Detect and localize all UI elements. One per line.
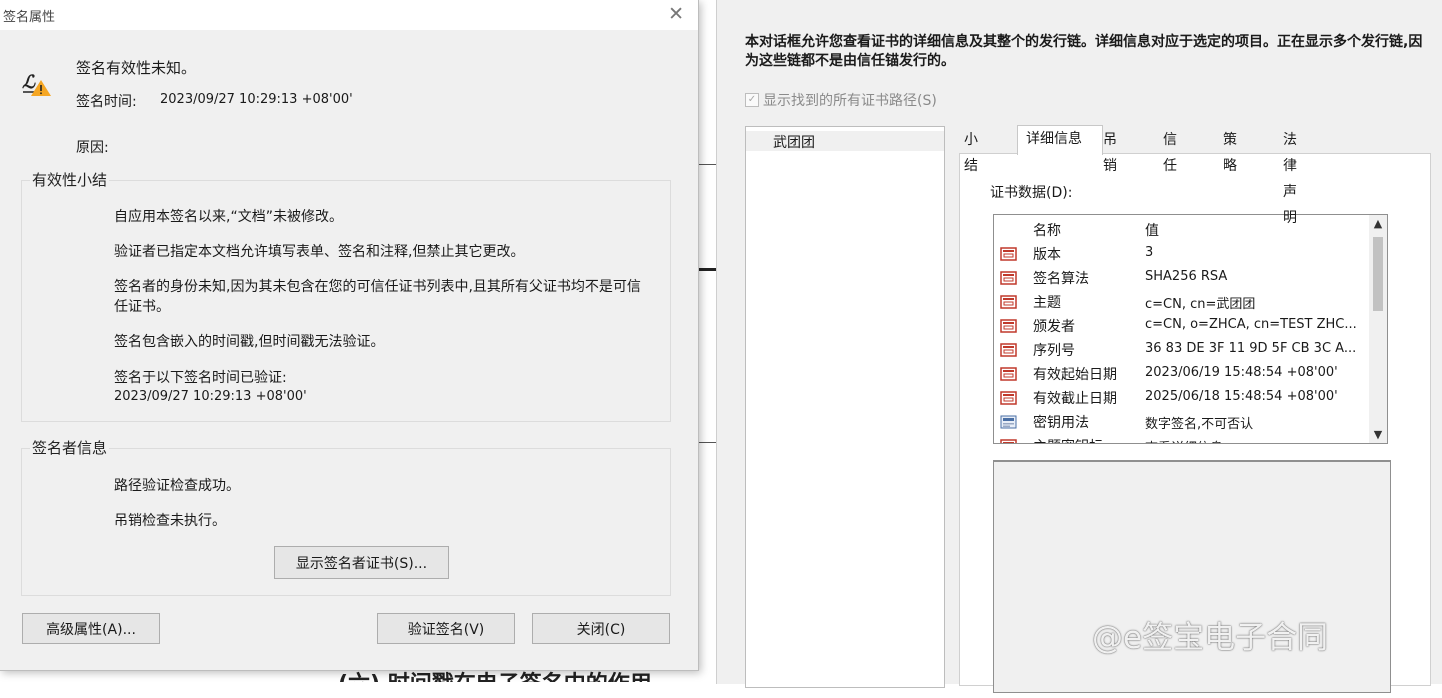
- show-signer-cert-button[interactable]: 显示签名者证书(S)...: [274, 546, 449, 579]
- cert-field-row[interactable]: 密钥用法 数字签名,不可否认: [994, 411, 1368, 435]
- column-value-header: 值: [1145, 223, 1159, 239]
- validity-summary-title: 有效性小结: [30, 169, 110, 190]
- scroll-up-icon[interactable]: ▲: [1369, 217, 1387, 230]
- dialog-title: 签名属性: [3, 10, 56, 25]
- show-all-paths-label: 显示找到的所有证书路径(S): [763, 93, 937, 109]
- show-all-paths-checkbox[interactable]: ✓ 显示找到的所有证书路径(S): [745, 90, 937, 110]
- dialog-description: 本对话框允许您查看证书的详细信息及其整个的发行链。详细信息对应于选定的项目。正在…: [745, 34, 1423, 69]
- cert-field-name: 版本: [1033, 247, 1061, 263]
- signature-warning-icon: ℒ: [22, 72, 51, 96]
- reason-label: 原因:: [76, 140, 109, 156]
- certificate-viewer-dialog: 本对话框允许您查看证书的详细信息及其整个的发行链。详细信息对应于选定的项目。正在…: [716, 0, 1442, 693]
- cert-field-value: 2025/06/18 15:48:54 +08'00': [1145, 389, 1338, 404]
- cert-field-value: 2023/06/19 15:48:54 +08'00': [1145, 365, 1338, 380]
- cert-field-value: c=CN, cn=武团团: [1145, 297, 1256, 312]
- cert-field-row[interactable]: 序列号 36 83 DE 3F 11 9D 5F CB 3C A...: [994, 339, 1368, 363]
- cert-field-icon: [1000, 295, 1017, 309]
- cert-field-value: 36 83 DE 3F 11 9D 5F CB 3C A...: [1145, 341, 1357, 356]
- summary-item: 自应用本签名以来,“文档”未被修改。: [114, 209, 343, 225]
- cert-field-icon: [1000, 367, 1017, 381]
- cert-field-value: SHA256 RSA: [1145, 269, 1228, 284]
- cert-field-value: 3: [1145, 245, 1154, 260]
- cert-field-row[interactable]: 有效起始日期 2023/06/19 15:48:54 +08'00': [994, 363, 1368, 387]
- cert-field-icon: [1000, 247, 1017, 261]
- cert-data-label: 证书数据(D):: [990, 185, 1073, 201]
- validity-summary-group: 有效性小结 自应用本签名以来,“文档”未被修改。 验证者已指定本文档允许填写表单…: [21, 169, 671, 422]
- signer-info-title: 签名者信息: [30, 437, 110, 458]
- signer-info-item: 吊销检查未执行。: [114, 513, 226, 529]
- advanced-properties-button[interactable]: 高级属性(A)...: [22, 613, 160, 644]
- signer-info-item: 路径验证检查成功。: [114, 478, 240, 494]
- cert-field-icon: [1000, 343, 1017, 357]
- cert-field-row[interactable]: 颁发者 c=CN, o=ZHCA, cn=TEST ZHC...: [994, 315, 1368, 339]
- sign-time-value: 2023/09/27 10:29:13 +08'00': [160, 92, 353, 107]
- cert-data-list[interactable]: 名称 值 版本 3 签名算法 SHA256 RSA 主题 c=CN, cn=武团团颁发者 c…: [993, 214, 1388, 444]
- list-scrollbar[interactable]: ▲ ▼: [1369, 215, 1387, 443]
- signature-status: 签名有效性未知。: [76, 59, 197, 77]
- tree-item[interactable]: 武团团: [746, 131, 944, 151]
- tab-policy[interactable]: 策略: [1223, 127, 1237, 174]
- summary-item: 签名者的身份未知,因为其未包含在您的可信任证书列表中,且其所有父证书均不是可信任…: [114, 279, 641, 315]
- sign-time-label: 签名时间:: [76, 94, 137, 110]
- cert-field-value: 数字签名,不可否认: [1145, 417, 1254, 432]
- verify-signature-button[interactable]: 验证签名(V): [377, 613, 515, 644]
- cert-field-name: 签名算法: [1033, 271, 1089, 287]
- tab-details[interactable]: 详细信息: [1017, 125, 1103, 155]
- tree-item-label: 武团团: [773, 135, 815, 151]
- list-header: 名称 值: [994, 219, 1368, 241]
- signer-info-group: 签名者信息 路径验证检查成功。 吊销检查未执行。 显示签名者证书(S)...: [21, 437, 671, 596]
- tab-revocation[interactable]: 吊销: [1103, 127, 1117, 174]
- scroll-down-icon[interactable]: ▼: [1369, 428, 1387, 441]
- scroll-thumb[interactable]: [1373, 237, 1383, 311]
- summary-item: 签名于以下签名时间已验证:: [114, 370, 287, 386]
- cert-field-name: 密钥用法: [1033, 415, 1089, 431]
- tab-trust[interactable]: 信任: [1163, 127, 1177, 174]
- key-usage-icon: [1000, 415, 1017, 429]
- cert-path-tree: 武团团: [745, 126, 945, 688]
- checkbox-check-icon: ✓: [745, 93, 759, 107]
- cert-field-name: 有效起始日期: [1033, 367, 1117, 383]
- cert-field-name: 颁发者: [1033, 319, 1075, 335]
- close-button[interactable]: 关闭(C): [532, 613, 670, 644]
- watermark: @e签宝电子合同: [1092, 620, 1329, 656]
- summary-item: 签名包含嵌入的时间戳,但时间戳无法验证。: [114, 334, 385, 350]
- tab-panel-details: 证书数据(D): 名称 值 版本 3 签名算法 SHA256 RSA 主题 c=CN, c…: [959, 153, 1431, 693]
- field-detail-box[interactable]: [993, 460, 1391, 693]
- dialog-titlebar: 签名属性 ✕: [0, 0, 698, 30]
- svg-text:ℒ: ℒ: [22, 72, 36, 93]
- cert-field-name: 主题密钥标: [1033, 436, 1103, 443]
- background-divider: [698, 164, 716, 165]
- cert-field-name: 有效截止日期: [1033, 391, 1117, 407]
- cert-field-value: c=CN, o=ZHCA, cn=TEST ZHC...: [1145, 317, 1357, 332]
- cert-field-row[interactable]: 签名算法 SHA256 RSA: [994, 267, 1368, 291]
- cert-field-icon: [1000, 391, 1017, 405]
- column-name-header: 名称: [1033, 223, 1061, 239]
- cert-field-row[interactable]: 版本 3: [994, 243, 1368, 267]
- cert-field-value: 查看详细信息: [1145, 437, 1223, 443]
- cert-field-icon: [1000, 439, 1017, 443]
- verified-time: 2023/09/27 10:29:13 +08'00': [114, 389, 307, 404]
- cert-field-row[interactable]: 主题 c=CN, cn=武团团: [994, 291, 1368, 315]
- close-icon[interactable]: ✕: [668, 3, 684, 25]
- cert-field-icon: [1000, 319, 1017, 333]
- cert-field-icon: [1000, 271, 1017, 285]
- summary-item: 验证者已指定本文档允许填写表单、签名和注释,但禁止其它更改。: [114, 244, 525, 260]
- cert-field-row[interactable]: 有效截止日期 2025/06/18 15:48:54 +08'00': [994, 387, 1368, 411]
- tab-legal[interactable]: 法律声明: [1283, 127, 1297, 226]
- background-divider: [698, 442, 716, 443]
- cert-field-row[interactable]: 主题密钥标 查看详细信息: [994, 435, 1368, 443]
- signature-properties-dialog: 签名属性 ✕ ℒ 签名有效性未知。 签名时间: 2023/09/27 10:29…: [0, 0, 699, 671]
- cert-field-name: 主题: [1033, 295, 1061, 311]
- tab-summary[interactable]: 小结: [964, 127, 978, 174]
- cert-field-name: 序列号: [1033, 343, 1075, 359]
- background-divider: [698, 268, 716, 271]
